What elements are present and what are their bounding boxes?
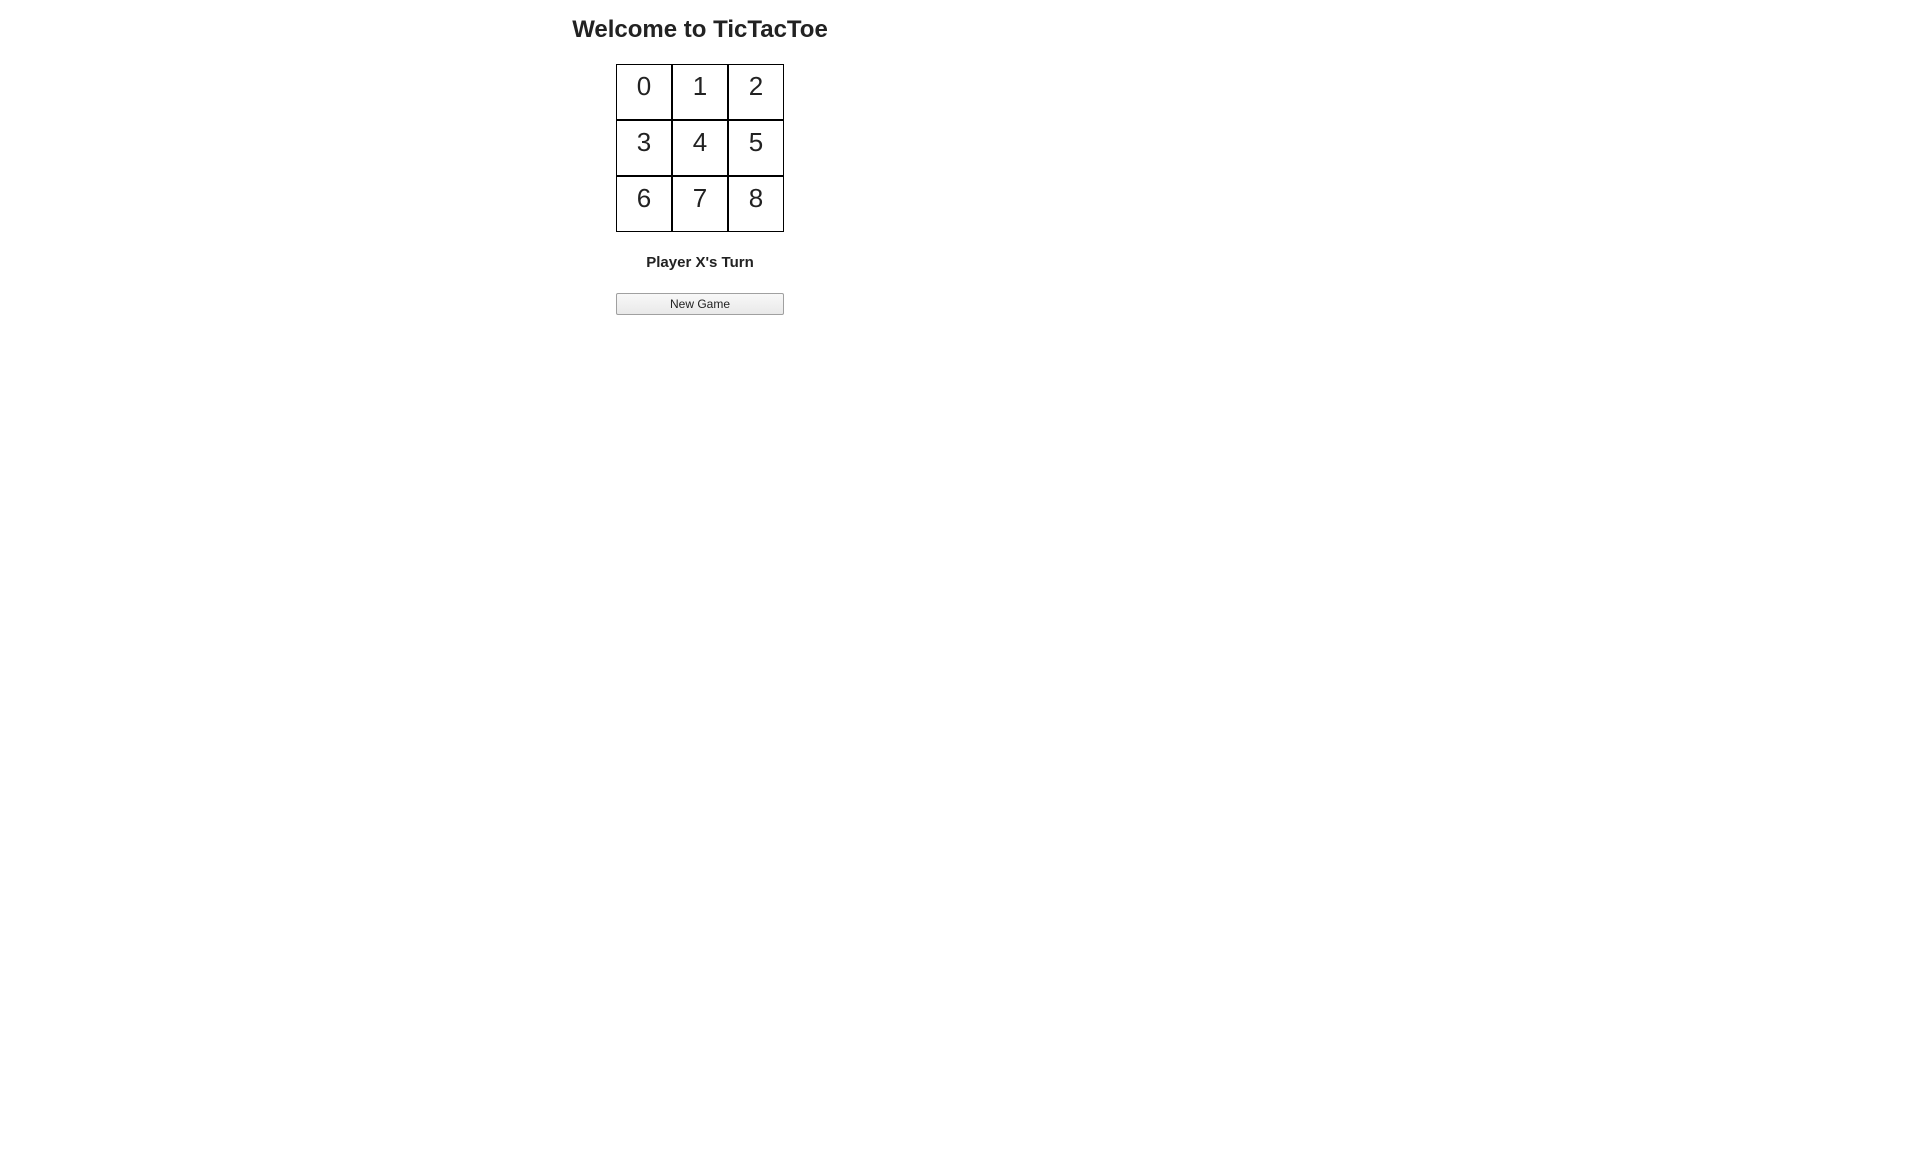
cell-8[interactable]: 8: [728, 176, 784, 232]
cell-0[interactable]: 0: [616, 64, 672, 120]
turn-status: Player X's Turn: [0, 254, 1400, 271]
page-title: Welcome to TicTacToe: [0, 16, 1400, 44]
game-board: 0 1 2 3 4 5 6 7 8: [616, 64, 784, 232]
cell-4[interactable]: 4: [672, 120, 728, 176]
cell-6[interactable]: 6: [616, 176, 672, 232]
cell-1[interactable]: 1: [672, 64, 728, 120]
cell-7[interactable]: 7: [672, 176, 728, 232]
app-container: Welcome to TicTacToe 0 1 2 3 4 5 6 7 8 P…: [0, 0, 1400, 315]
new-game-button[interactable]: New Game: [616, 293, 784, 315]
controls-row: New Game: [0, 293, 1400, 315]
cell-5[interactable]: 5: [728, 120, 784, 176]
cell-2[interactable]: 2: [728, 64, 784, 120]
cell-3[interactable]: 3: [616, 120, 672, 176]
